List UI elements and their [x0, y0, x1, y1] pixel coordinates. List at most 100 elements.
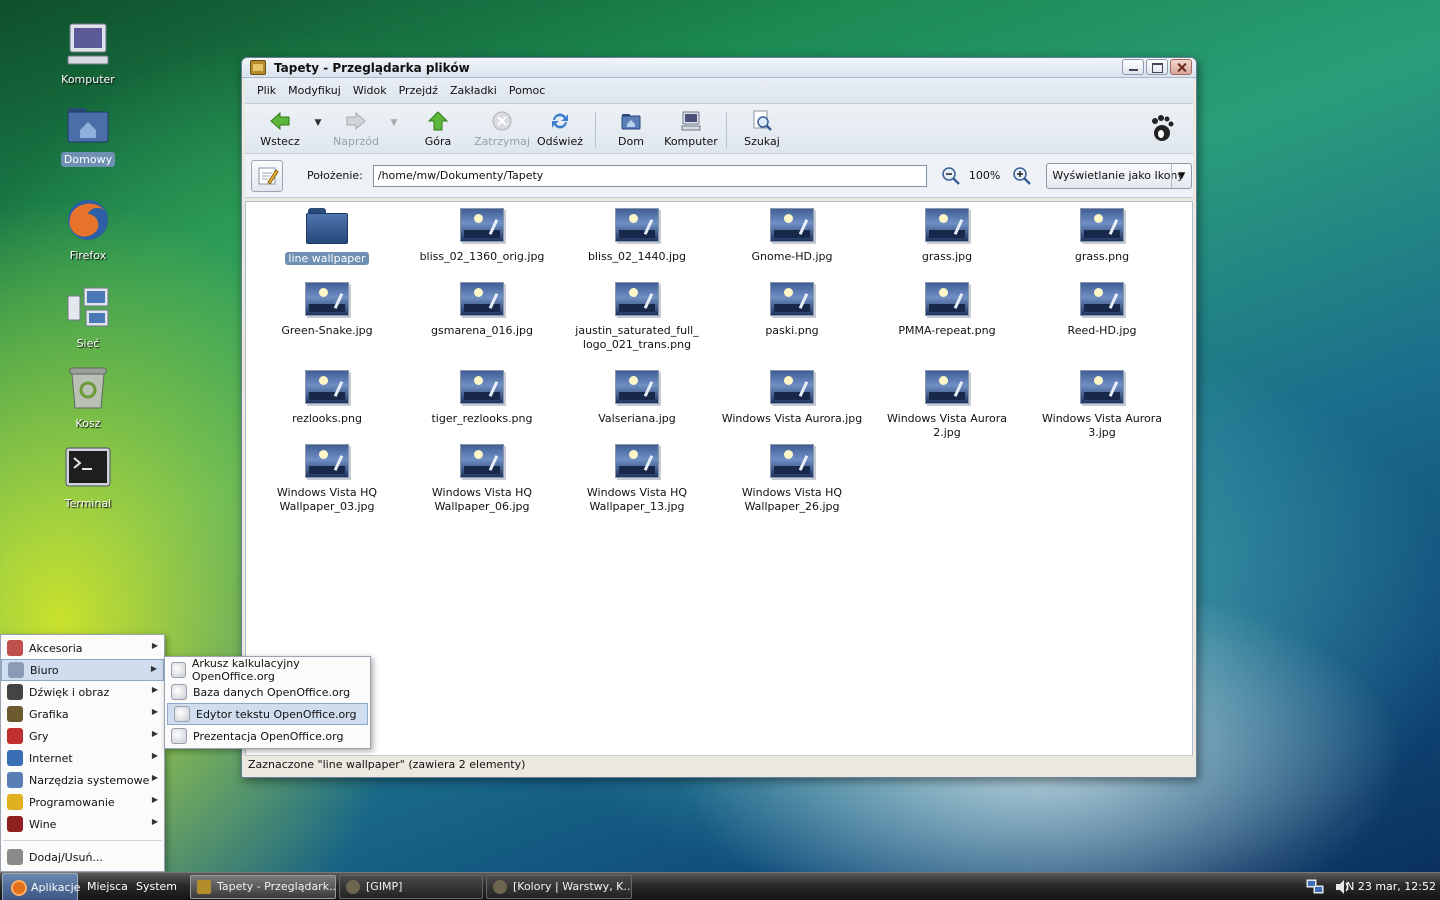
file-item[interactable]: Green-Snake.jpg	[252, 282, 402, 338]
folder-item[interactable]: line wallpaper	[252, 208, 402, 266]
menu-item-office[interactable]: Biuro ▶	[1, 659, 164, 681]
file-icon-view[interactable]: line wallpaper bliss_02_1360_orig.jpg blis…	[245, 201, 1193, 756]
image-file-icon	[770, 208, 814, 242]
folder-icon	[306, 208, 348, 244]
home-folder-icon	[620, 110, 642, 132]
stop-button[interactable]: Zatrzymaj	[473, 110, 531, 148]
graphics-icon	[7, 706, 23, 722]
desktop-icon-home[interactable]: Domowy	[43, 100, 133, 167]
zoom-out-button[interactable]	[941, 166, 961, 186]
image-file-icon	[925, 282, 969, 316]
reload-icon	[549, 110, 571, 132]
menu-item-multimedia[interactable]: Dźwięk i obraz ▶	[1, 681, 164, 703]
file-item[interactable]: grass.jpg	[872, 208, 1022, 264]
menu-item-label: Grafika	[29, 707, 69, 721]
menu-edit[interactable]: Modyfikuj	[282, 84, 347, 97]
file-item[interactable]: Windows Vista Aurora.jpg	[717, 370, 867, 426]
computer-icon	[64, 20, 112, 68]
menu-view[interactable]: Widok	[347, 84, 393, 97]
file-item[interactable]: Windows Vista Aurora 3.jpg	[1027, 370, 1177, 440]
toolbar: Wstecz ▼ Naprzód ▼ Góra Zatrzymaj Odświe…	[245, 104, 1193, 154]
file-item[interactable]: PMMA-repeat.png	[872, 282, 1022, 338]
home-button[interactable]: Dom	[602, 110, 660, 148]
terminal-icon	[64, 444, 112, 492]
file-name-label: paski.png	[765, 324, 819, 337]
image-file-icon	[770, 444, 814, 478]
menu-item-label: Akcesoria	[29, 641, 83, 655]
window-titlebar[interactable]: Tapety - Przeglądarka plików	[242, 58, 1196, 78]
desktop-icon-network[interactable]: Sieć	[43, 284, 133, 351]
image-file-icon	[305, 444, 349, 478]
file-name-label: Windows Vista HQ	[586, 486, 688, 499]
file-name-label: Windows Vista HQ	[431, 486, 533, 499]
file-item[interactable]: rezlooks.png	[252, 370, 402, 426]
submenu-item-openoffice[interactable]: Edytor tekstu OpenOffice.org	[167, 703, 368, 725]
file-item[interactable]: Windows Vista HQ Wallpaper_26.jpg	[717, 444, 867, 514]
desktop-icon-computer[interactable]: Komputer	[43, 20, 133, 87]
taskbar-button-gimp[interactable]: [GIMP]	[339, 875, 483, 899]
file-name-label: Windows Vista Aurora 3.jpg	[1042, 412, 1162, 439]
back-history-dropdown[interactable]: ▼	[309, 110, 327, 128]
close-button[interactable]	[1170, 59, 1192, 75]
location-toggle-button[interactable]	[251, 159, 283, 192]
file-item[interactable]: Reed-HD.jpg	[1027, 282, 1177, 338]
file-item[interactable]: Gnome-HD.jpg	[717, 208, 867, 264]
applications-menu-button[interactable]: Aplikacje	[2, 873, 80, 900]
file-item[interactable]: Valseriana.jpg	[562, 370, 712, 426]
file-item[interactable]: bliss_02_1360_orig.jpg	[407, 208, 557, 264]
menu-item-add-remove[interactable]: Dodaj/Usuń...	[1, 846, 164, 868]
file-item[interactable]: Windows Vista HQ Wallpaper_06.jpg	[407, 444, 557, 514]
back-button[interactable]: Wstecz	[251, 110, 309, 148]
file-item[interactable]: Windows Vista HQ Wallpaper_03.jpg	[252, 444, 402, 514]
up-button[interactable]: Góra	[409, 110, 467, 148]
zoom-in-icon	[1013, 166, 1032, 185]
forward-label: Naprzód	[333, 135, 379, 148]
forward-button[interactable]: Naprzód	[327, 110, 385, 148]
menu-item-programming[interactable]: Programowanie ▶	[1, 791, 164, 813]
menu-item-wine[interactable]: Wine ▶	[1, 813, 164, 835]
desktop-icon-firefox[interactable]: Firefox	[43, 196, 133, 263]
menu-item-internet[interactable]: Internet ▶	[1, 747, 164, 769]
menu-item-graphics[interactable]: Grafika ▶	[1, 703, 164, 725]
menu-item-games[interactable]: Gry ▶	[1, 725, 164, 747]
network-status-icon[interactable]	[1306, 879, 1324, 895]
desktop-icon-label: Komputer	[61, 73, 115, 86]
file-item[interactable]: Windows Vista Aurora 2.jpg	[872, 370, 1022, 440]
maximize-button[interactable]	[1146, 59, 1168, 75]
file-item[interactable]: jaustin_saturated_full_ logo_021_trans.pn…	[562, 282, 712, 352]
image-file-icon	[460, 370, 504, 404]
file-name-label: Windows Vista HQ	[741, 486, 843, 499]
file-item[interactable]: gsmarena_016.jpg	[407, 282, 557, 338]
system-menu-button[interactable]: System	[136, 873, 177, 900]
forward-history-dropdown[interactable]: ▼	[385, 110, 403, 128]
zoom-in-button[interactable]	[1012, 166, 1032, 186]
menu-go[interactable]: Przejdź	[393, 84, 444, 97]
places-menu-button[interactable]: Miejsca	[87, 873, 128, 900]
computer-button[interactable]: Komputer	[662, 110, 720, 148]
clock[interactable]: N 23 mar, 12:52	[1346, 873, 1436, 900]
location-input[interactable]	[372, 164, 927, 187]
desktop-icon-terminal[interactable]: Terminal	[43, 444, 133, 511]
file-item[interactable]: Windows Vista HQ Wallpaper_13.jpg	[562, 444, 712, 514]
file-item[interactable]: bliss_02_1440.jpg	[562, 208, 712, 264]
menu-help[interactable]: Pomoc	[503, 84, 551, 97]
file-item[interactable]: paski.png	[717, 282, 867, 338]
taskbar-button-gimp-layers[interactable]: [Kolory | Warstwy, K...	[486, 875, 632, 899]
desktop-icon-trash[interactable]: Kosz	[43, 364, 133, 431]
menu-file[interactable]: Plik	[251, 84, 282, 97]
search-button[interactable]: Szukaj	[733, 110, 791, 148]
view-mode-select[interactable]: Wyświetlanie jako Ikony ▼	[1046, 162, 1193, 189]
submenu-item-openoffice[interactable]: Arkusz kalkulacyjny OpenOffice.org	[165, 657, 370, 683]
reload-button[interactable]: Odśwież	[531, 110, 589, 148]
minimize-button[interactable]	[1122, 59, 1144, 75]
submenu-item-openoffice[interactable]: Prezentacja OpenOffice.org	[165, 725, 370, 747]
file-item[interactable]: grass.png	[1027, 208, 1177, 264]
file-item[interactable]: tiger_rezlooks.png	[407, 370, 557, 426]
taskbar-button-file-browser[interactable]: Tapety - Przeglądark...	[190, 875, 336, 899]
bottom-panel: Aplikacje Miejsca System Tapety - Przegl…	[0, 872, 1440, 900]
submenu-item-openoffice[interactable]: Baza danych OpenOffice.org	[165, 681, 370, 703]
menu-bookmarks[interactable]: Zakładki	[444, 84, 503, 97]
menu-item-system-tools[interactable]: Narzędzia systemowe ▶	[1, 769, 164, 791]
folder-window-icon	[250, 60, 266, 75]
menu-item-accessories[interactable]: Akcesoria ▶	[1, 637, 164, 659]
